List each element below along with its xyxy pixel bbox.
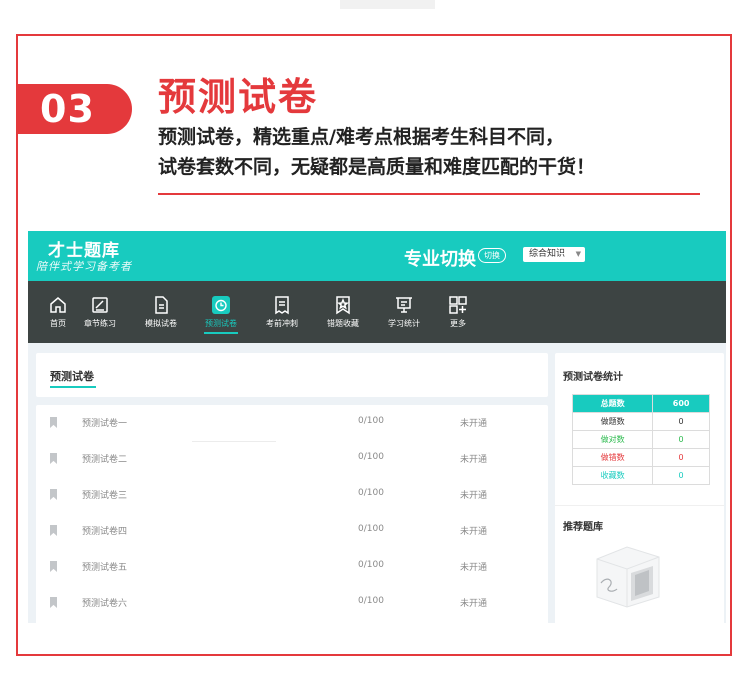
stat-value: 0: [652, 466, 710, 485]
stats-row-wrong: 做错数 0: [571, 448, 710, 467]
app-screenshot: 才士题库 陪伴式学习备考者 专业切换 切换 综合知识 ▼ 首页 章节练习 模拟试…: [28, 231, 726, 623]
nav-item-prediction-exam[interactable]: 预测试卷: [191, 281, 251, 343]
major-switch-title: 专业切换: [404, 249, 476, 270]
presentation-icon: [396, 297, 412, 313]
description-line-2: 试卷套数不同，无疑都是高质量和难度匹配的干货！: [158, 156, 596, 178]
section-number-badge: 03: [16, 84, 132, 134]
paper-row[interactable]: 预测试卷五 0/100 未开通: [36, 549, 548, 585]
paper-name[interactable]: 预测试卷三: [82, 488, 127, 501]
star-icon: [336, 296, 350, 315]
stats-row-favorites: 收藏数 0: [571, 466, 710, 485]
nav-label: 学习统计: [388, 319, 420, 328]
main-nav: 首页 章节练习 模拟试卷 预测试卷 考前冲刺 错题收藏 学习统计 更多: [28, 281, 726, 343]
paper-row[interactable]: 预测试卷四 0/100 未开通: [36, 513, 548, 549]
paper-status: 未开通: [460, 527, 488, 537]
paper-row[interactable]: 预测试卷六 0/100 未开通: [36, 585, 548, 621]
nav-label: 考前冲刺: [266, 319, 298, 328]
stats-row-correct: 做对数 0: [571, 430, 710, 449]
nav-label: 预测试卷: [205, 319, 237, 328]
paper-list-header: 预测试卷: [36, 353, 548, 397]
paper-name[interactable]: 预测试卷二: [82, 452, 127, 465]
nav-item-mock-exam[interactable]: 模拟试卷: [131, 281, 191, 343]
paper-name[interactable]: 预测试卷四: [82, 524, 127, 537]
stat-label: 做题数: [571, 412, 654, 431]
paper-status: 未开通: [460, 455, 488, 465]
document-icon: [155, 296, 168, 314]
paper-list-title: 预测试卷: [50, 370, 94, 383]
stat-label: 做对数: [571, 430, 654, 449]
paper-score: 0/100: [358, 452, 384, 462]
stat-label: 收藏数: [571, 466, 654, 485]
nav-item-wrong-favorites[interactable]: 错题收藏: [313, 281, 373, 343]
stats-sidebar: 预测试卷统计 总题数 600 做题数 0 做对数 0 做错数 0 收藏数 0 推…: [555, 353, 724, 623]
bookmark-icon: [50, 489, 57, 500]
nav-item-study-stats[interactable]: 学习统计: [374, 281, 434, 343]
section-title: 预测试卷: [158, 75, 319, 119]
paper-row[interactable]: 预测试卷三 0/100 未开通: [36, 477, 548, 513]
stat-label: 总题数: [571, 394, 654, 413]
paper-name[interactable]: 预测试卷五: [82, 560, 127, 573]
paper-status: 未开通: [460, 419, 488, 429]
paper-score: 0/100: [358, 416, 384, 426]
paper-name[interactable]: 预测试卷一: [82, 416, 127, 429]
stat-value: 0: [652, 430, 710, 449]
grid-plus-icon: [449, 296, 467, 314]
paper-status: 未开通: [460, 491, 488, 501]
nav-item-chapter-practice[interactable]: 章节练习: [70, 281, 130, 343]
paper-list: 预测试卷一 0/100 未开通 预测试卷二 0/100 未开通 预测试卷三 0/…: [36, 405, 548, 623]
clock-icon: [212, 296, 230, 314]
bookmark-icon: [50, 561, 57, 572]
stats-title: 预测试卷统计: [563, 372, 623, 383]
receipt-icon: [275, 296, 289, 315]
app-slogan: 陪伴式学习备考者: [36, 260, 132, 273]
description-line-1: 预测试卷，精选重点/难考点根据考生科目不同，: [158, 126, 564, 148]
top-strip: [340, 0, 435, 9]
stats-row-total: 总题数 600: [571, 394, 710, 413]
nav-label: 章节练习: [84, 319, 116, 328]
active-tab-indicator: [204, 332, 238, 334]
sidebar-divider: [555, 505, 724, 506]
subject-select[interactable]: 综合知识 ▼: [523, 247, 585, 262]
paper-score: 0/100: [358, 524, 384, 534]
app-header: 才士题库 陪伴式学习备考者 专业切换 切换 综合知识 ▼: [28, 231, 726, 281]
nav-item-final-sprint[interactable]: 考前冲刺: [252, 281, 312, 343]
paper-status: 未开通: [460, 599, 488, 609]
paper-row[interactable]: 预测试卷二 0/100 未开通: [36, 441, 548, 477]
nav-label: 更多: [450, 319, 466, 328]
stat-value: 600: [652, 394, 710, 413]
paper-score: 0/100: [358, 488, 384, 498]
paper-score: 0/100: [358, 560, 384, 570]
title-underline: [50, 386, 96, 388]
paper-row[interactable]: 预测试卷一 0/100 未开通: [36, 405, 548, 442]
bookmark-icon: [50, 417, 57, 428]
subject-select-value: 综合知识: [529, 249, 566, 259]
stat-label: 做错数: [571, 448, 654, 467]
edit-icon: [92, 297, 108, 313]
nav-label: 错题收藏: [327, 319, 359, 328]
bookmark-icon: [50, 597, 57, 608]
recommend-title: 推荐题库: [563, 522, 603, 533]
title-divider: [158, 193, 700, 195]
home-icon: [50, 297, 66, 313]
paper-score: 0/100: [358, 596, 384, 606]
paper-status: 未开通: [460, 563, 488, 573]
paper-name[interactable]: 预测试卷六: [82, 596, 127, 609]
bookmark-icon: [50, 525, 57, 536]
stats-table: 总题数 600 做题数 0 做对数 0 做错数 0 收藏数 0: [571, 394, 710, 485]
stat-value: 0: [652, 412, 710, 431]
chevron-down-icon: ▼: [575, 250, 581, 258]
nav-label: 模拟试卷: [145, 319, 177, 328]
bookmark-icon: [50, 453, 57, 464]
stat-value: 0: [652, 448, 710, 467]
section-description: 预测试卷，精选重点/难考点根据考生科目不同， 试卷套数不同，无疑都是高质量和难度…: [158, 122, 595, 182]
switch-button[interactable]: 切换: [478, 248, 506, 263]
empty-box-icon: [596, 546, 660, 608]
nav-item-more[interactable]: 更多: [428, 281, 488, 343]
stats-row-done: 做题数 0: [571, 412, 710, 431]
